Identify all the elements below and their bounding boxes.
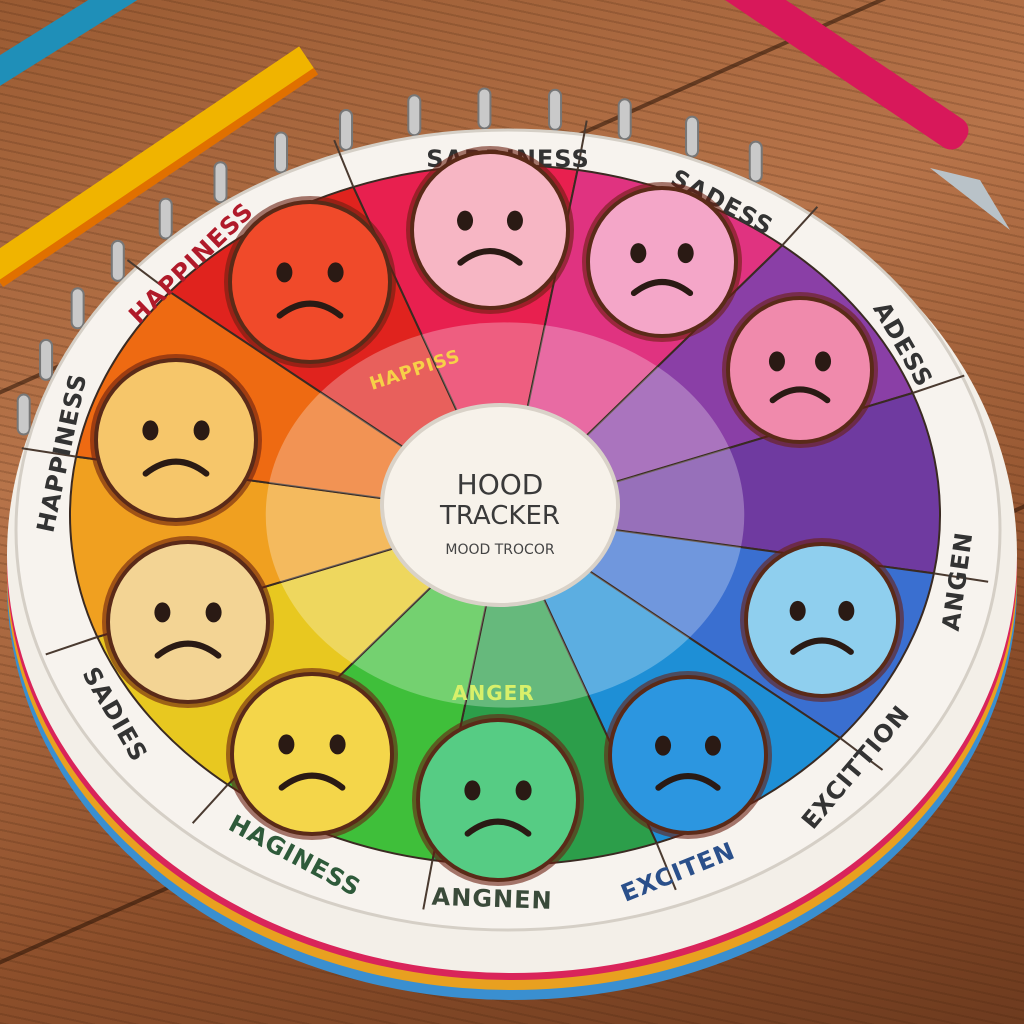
emoji-face-icon: [102, 536, 274, 708]
emoji-face-icon: [224, 196, 396, 368]
spiral-ring: [39, 338, 54, 381]
spiral-ring: [213, 161, 228, 204]
spiral-ring: [548, 88, 563, 131]
spiral-ring: [70, 287, 85, 330]
emoji-face-icon: [90, 354, 262, 526]
inner-label-anger: ANGER: [452, 681, 535, 705]
emoji-face-icon: [406, 146, 574, 314]
emoji-face-icon: [740, 538, 904, 702]
emoji-face-icon: [722, 292, 878, 448]
emoji-face-icon: [226, 668, 398, 840]
center-title-line2: TRACKER: [439, 501, 560, 531]
emoji-face-icon: [412, 714, 584, 886]
mood-tracker-scene: SADDINESSSADESSADESSANGENEXCITTIONEXCITE…: [0, 0, 1017, 1000]
spiral-ring: [685, 115, 700, 158]
spiral-ring: [274, 131, 289, 174]
emoji-face-icon: [604, 671, 772, 839]
spiral-ring: [407, 94, 422, 137]
spiral-ring: [748, 140, 763, 183]
spiral-ring: [477, 87, 492, 130]
spiral-ring: [110, 239, 125, 282]
spiral-ring: [158, 197, 173, 240]
spiral-ring: [16, 393, 31, 436]
rim-label: ANGNEN: [431, 883, 553, 915]
center-title-line1: HOOD: [457, 468, 544, 501]
center-subtitle: MOOD TROCOR: [445, 542, 554, 558]
pencil-blue-icon: [0, 0, 169, 108]
spiral-ring: [617, 98, 632, 141]
spiral-ring: [339, 108, 354, 151]
emoji-face-icon: [582, 182, 742, 342]
